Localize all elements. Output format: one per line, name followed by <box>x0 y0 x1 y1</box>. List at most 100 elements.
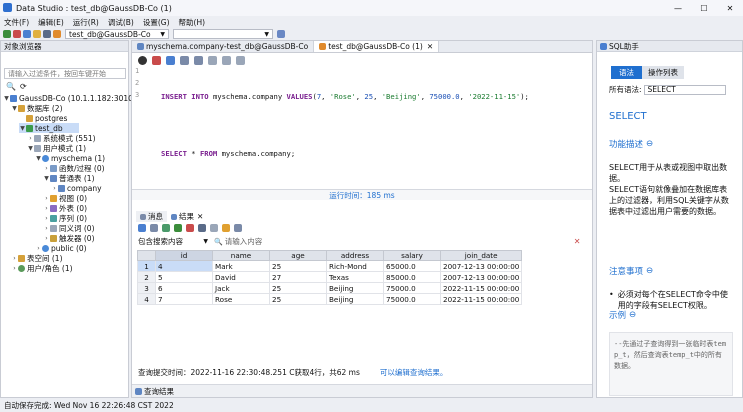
export-icon[interactable] <box>138 224 146 232</box>
tree-node-users-roles[interactable]: › 用户/角色 (1) <box>11 263 72 273</box>
table-row[interactable]: 2 5 David 27 Texas 85000.0 2007-12-13 00… <box>137 271 523 283</box>
result-search-input[interactable]: 请输入内容 <box>225 237 570 247</box>
tree-arrow[interactable]: ▼ <box>11 105 18 112</box>
cell-join-date[interactable]: 2022-11-15 00:00:00 <box>439 293 523 305</box>
filter-mode-select[interactable]: 包含搜索内容 ▼ <box>138 236 208 247</box>
close-icon[interactable]: ✕ <box>427 42 433 51</box>
maximize-button[interactable]: ☐ <box>691 0 717 16</box>
table-row[interactable]: 3 6 Jack 25 Beijing 75000.0 2022-11-15 0… <box>137 282 523 294</box>
tree-node-synonyms[interactable]: › 同义词 (0) <box>43 223 94 233</box>
tree-node-postgres[interactable]: postgres <box>19 113 67 123</box>
tree-node-databases[interactable]: ▼ 数据库 (2) <box>11 103 62 113</box>
cell-id[interactable]: 6 <box>155 282 213 294</box>
tree-arrow[interactable]: › <box>43 205 50 212</box>
tree-arrow[interactable]: › <box>51 185 58 192</box>
column-header-address[interactable]: address <box>326 250 384 261</box>
cell-join-date[interactable]: 2007-12-13 00:00:00 <box>439 271 523 283</box>
column-header-join-date[interactable]: join_date <box>439 250 523 261</box>
cell-address[interactable]: Rich-Mond <box>326 260 384 272</box>
cell-name[interactable]: David <box>212 271 270 283</box>
copy-icon[interactable] <box>150 224 158 232</box>
tree-arrow[interactable]: › <box>43 215 50 222</box>
close-icon[interactable]: ✕ <box>197 212 203 221</box>
sql-icon[interactable] <box>53 30 61 38</box>
section-description[interactable]: 功能描述 ⊖ <box>609 138 653 150</box>
tab-messages[interactable]: 消息 <box>136 211 167 222</box>
cell-name[interactable]: Rose <box>212 293 270 305</box>
cell-age[interactable]: 25 <box>269 282 327 294</box>
tree-arrow[interactable]: ▼ <box>27 145 34 152</box>
tree-arrow[interactable]: › <box>43 235 50 242</box>
folder-icon[interactable] <box>33 30 41 38</box>
cell-id[interactable]: 5 <box>155 271 213 283</box>
table-row[interactable]: 4 7 Rose 25 Beijing 75000.0 2022-11-15 0… <box>137 293 523 305</box>
tree-arrow[interactable]: ▼ <box>19 125 26 132</box>
tab-syntax[interactable]: 语法 <box>611 66 642 79</box>
rollback-icon[interactable] <box>210 224 218 232</box>
tab-results[interactable]: 结果 ✕ <box>167 211 208 222</box>
filter-icon[interactable] <box>222 224 230 232</box>
menu-settings[interactable]: 设置(G) <box>143 17 170 28</box>
tree-node-sequences[interactable]: › 序列 (0) <box>43 213 87 223</box>
execute-step-icon[interactable] <box>166 56 175 65</box>
tree-node-tables[interactable]: ▼ 普通表 (1) <box>43 173 94 183</box>
tab-query-results[interactable]: 查询结果 <box>135 386 174 397</box>
tree-node-public[interactable]: › public (0) <box>35 243 86 253</box>
connect-icon[interactable] <box>3 30 11 38</box>
tab-operations[interactable]: 操作列表 <box>642 66 684 79</box>
tab-company-table[interactable]: myschema.company-test_db@GaussDB-Co <box>132 41 315 52</box>
minimize-button[interactable]: — <box>665 0 691 16</box>
tree-node-foreign-tables[interactable]: › 外表 (0) <box>43 203 87 213</box>
tree-node-myschema[interactable]: ▼ myschema (1) <box>35 153 105 163</box>
tree-node-user-schemas[interactable]: ▼ 用户模式 (1) <box>27 143 86 153</box>
tree-arrow[interactable]: ▼ <box>35 155 42 162</box>
tree-arrow[interactable]: › <box>35 245 42 252</box>
menu-run[interactable]: 运行(R) <box>73 17 99 28</box>
tree-arrow[interactable]: › <box>43 195 50 202</box>
menu-file[interactable]: 文件(F) <box>4 17 29 28</box>
connection-select[interactable]: test_db@GaussDB-Co ▼ <box>65 29 169 39</box>
tree-node-server[interactable]: ▼ GaussDB-Co (10.1.1.182:3010 <box>3 93 133 103</box>
save-icon[interactable] <box>198 224 206 232</box>
cell-join-date[interactable]: 2007-12-13 00:00:00 <box>439 260 523 272</box>
tree-node-system-schemas[interactable]: › 系统模式 (551) <box>27 133 95 143</box>
tree-node-company[interactable]: › company <box>51 183 101 193</box>
search-icon[interactable] <box>234 224 242 232</box>
save-icon[interactable] <box>43 30 51 38</box>
help-icon[interactable] <box>277 30 285 38</box>
tree-arrow[interactable]: › <box>11 255 18 262</box>
schema-select[interactable]: ▼ <box>173 29 273 39</box>
tree-arrow[interactable]: › <box>43 165 50 172</box>
section-example[interactable]: 示例 ⊖ <box>609 309 636 321</box>
cell-id[interactable]: 7 <box>155 293 213 305</box>
column-header-age[interactable]: age <box>269 250 327 261</box>
refresh-icon[interactable] <box>23 30 31 38</box>
explain-icon[interactable] <box>236 56 245 65</box>
menu-debug[interactable]: 调试(B) <box>108 17 134 28</box>
history-icon[interactable] <box>222 56 231 65</box>
cell-id[interactable]: 4 <box>155 260 213 272</box>
cell-name[interactable]: Mark <box>212 260 270 272</box>
tree-arrow[interactable]: › <box>11 265 18 272</box>
close-button[interactable]: ✕ <box>717 0 743 16</box>
tree-arrow[interactable]: › <box>43 225 50 232</box>
tree-filter-input[interactable]: 请输入过滤条件，按回车键开始 <box>4 68 126 79</box>
cell-age[interactable]: 25 <box>269 260 327 272</box>
format-icon[interactable] <box>208 56 217 65</box>
commit-icon[interactable] <box>180 56 189 65</box>
syntax-select[interactable]: SELECT <box>643 84 726 95</box>
tree-node-tablespaces[interactable]: › 表空间 (1) <box>11 253 62 263</box>
clear-search-icon[interactable]: ✕ <box>574 237 581 246</box>
menu-edit[interactable]: 编辑(E) <box>38 17 64 28</box>
tree-node-views[interactable]: › 视图 (0) <box>43 193 87 203</box>
cell-address[interactable]: Beijing <box>326 282 384 294</box>
cell-salary[interactable]: 65000.0 <box>383 260 441 272</box>
column-header-id[interactable]: id <box>155 250 213 261</box>
cell-join-date[interactable]: 2022-11-15 00:00:00 <box>439 282 523 294</box>
add-row-icon[interactable] <box>174 224 182 232</box>
menu-help[interactable]: 帮助(H) <box>179 17 206 28</box>
tree-node-test-db[interactable]: ▼ test_db <box>19 123 79 133</box>
delete-row-icon[interactable] <box>186 224 194 232</box>
tree-arrow[interactable]: ▼ <box>43 175 50 182</box>
sql-editor[interactable]: INSERT INTO myschema.company VALUES(7, '… <box>161 74 581 176</box>
